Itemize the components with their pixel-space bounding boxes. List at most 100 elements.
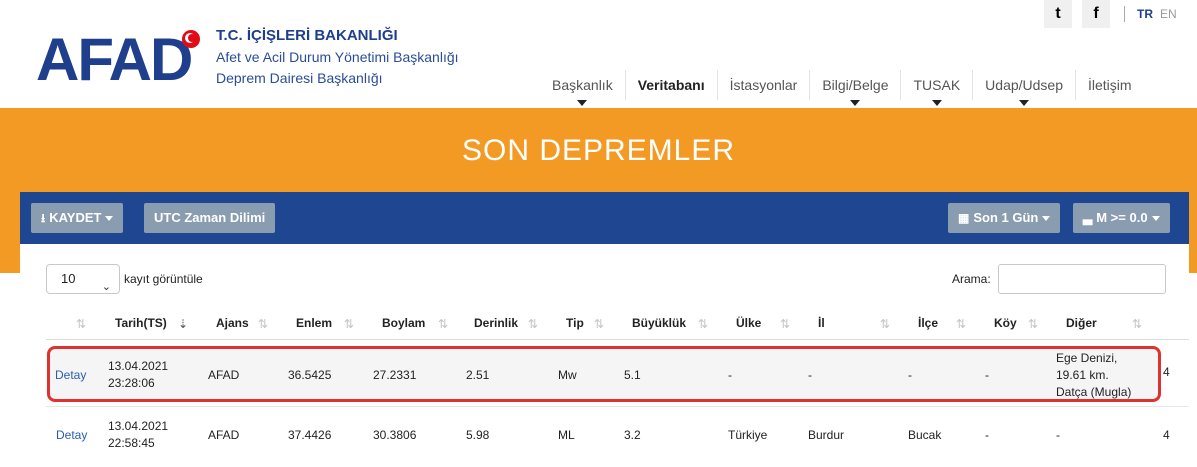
table-row-highlighted[interactable]: Detay 13.04.2021 23:28:06 AFAD 36.5425 2… — [47, 346, 1161, 402]
sort-icon[interactable]: ⇅ — [956, 310, 966, 340]
chevron-down-icon: ⌄ — [101, 281, 111, 293]
column-header-ulke[interactable]: Ülke — [736, 310, 761, 340]
other-line2-cell: 19.61 km. — [1056, 368, 1109, 382]
province-cell: Burdur — [808, 428, 845, 442]
nav-label: Başkanlık — [552, 77, 613, 93]
time-cell: 23:28:06 — [108, 376, 155, 390]
column-header-boylam[interactable]: Boylam — [382, 310, 425, 340]
magnitude-label: M >= 0.0 — [1096, 210, 1148, 225]
magnitude-dropdown-button[interactable]: ▃ M >= 0.0 — [1073, 203, 1170, 233]
sort-icon[interactable]: ⇅ — [344, 310, 354, 340]
twitter-icon[interactable]: t — [1044, 0, 1072, 28]
country-cell: - — [728, 368, 732, 382]
column-header-derinlik[interactable]: Derinlik — [474, 310, 518, 340]
download-icon: ⭳ — [41, 211, 46, 225]
lang-tr-link[interactable]: TR — [1137, 7, 1153, 21]
magnitude-cell: 3.2 — [624, 428, 641, 442]
column-header-buyukluk[interactable]: Büyüklük — [632, 310, 686, 340]
main-nav: Başkanlık Veritabanı İstasyonlar Bilgi/B… — [540, 70, 1144, 106]
caret-down-icon — [1019, 100, 1030, 106]
toolbar: ⭳ KAYDET UTC Zaman Dilimi ▦ Son 1 Gün ▃ M >… — [20, 192, 1189, 244]
sort-icon[interactable]: ⇅ — [528, 310, 538, 340]
site-header: AFAD T.C. İÇİŞLERİ BAKANLIĞI Afet ve Aci… — [0, 0, 1197, 108]
caret-down-icon — [577, 100, 588, 106]
organization-name: T.C. İÇİŞLERİ BAKANLIĞI Afet ve Acil Dur… — [216, 25, 459, 89]
search-label: Arama: — [952, 272, 991, 286]
column-header-tip[interactable]: Tip — [566, 310, 584, 340]
sort-icon[interactable]: ⇅ — [1028, 310, 1038, 340]
save-dropdown-button[interactable]: ⭳ KAYDET — [31, 203, 124, 233]
village-cell: - — [985, 428, 989, 442]
caret-down-icon — [931, 100, 942, 106]
detay-link[interactable]: Detay — [55, 367, 86, 384]
divider — [1124, 6, 1125, 22]
department-title: Deprem Dairesi Başkanlığı — [216, 70, 383, 86]
facebook-icon[interactable]: f — [1082, 0, 1110, 28]
other-cell: - — [1056, 428, 1060, 442]
other-line1-cell: Ege Denizi, — [1056, 351, 1118, 365]
latitude-cell: 36.5425 — [288, 368, 332, 382]
nav-label: Bilgi/Belge — [822, 77, 889, 93]
sort-desc-icon[interactable]: ⇣ — [178, 310, 188, 340]
nav-label: TUSAK — [913, 77, 961, 93]
caret-down-icon — [1151, 216, 1160, 222]
date-cell: 13.04.2021 — [108, 419, 169, 433]
period-label: Son 1 Gün — [973, 210, 1039, 225]
country-cell: Türkiye — [728, 428, 768, 442]
page-title: SON DEPREMLER — [461, 134, 736, 167]
column-header-il[interactable]: İl — [818, 310, 825, 340]
district-cell: Bucak — [908, 428, 942, 442]
overflow-cell: 4 — [1163, 365, 1170, 379]
page-length-value: 10 — [61, 271, 76, 286]
nav-label: Veritabanı — [637, 77, 705, 93]
sort-icon[interactable]: ⇅ — [438, 310, 448, 340]
nav-item-baskanlik[interactable]: Başkanlık — [540, 70, 626, 106]
caret-down-icon — [1042, 216, 1051, 222]
page-length-select[interactable]: 10 ⌄ — [46, 264, 120, 294]
page-length-label: kayıt görüntüle — [124, 272, 203, 286]
time-cell: 22:58:45 — [108, 436, 155, 450]
sort-icon[interactable]: ⇅ — [698, 310, 708, 340]
sort-icon[interactable]: ⇅ — [880, 310, 890, 340]
search-input[interactable] — [998, 264, 1166, 294]
province-cell: - — [808, 368, 812, 382]
sort-icon[interactable]: ⇅ — [258, 310, 268, 340]
longitude-cell: 27.2331 — [373, 368, 417, 382]
column-header-ilce[interactable]: İlçe — [918, 310, 938, 340]
column-header-tarih[interactable]: Tarih(TS) — [115, 310, 167, 340]
caret-down-icon — [850, 100, 861, 106]
column-header-enlem[interactable]: Enlem — [296, 310, 332, 340]
column-header-ajans[interactable]: Ajans — [216, 310, 249, 340]
agency-title: Afet ve Acil Durum Yönetimi Başkanlığı — [216, 49, 459, 65]
utc-timezone-button[interactable]: UTC Zaman Dilimi — [144, 203, 276, 233]
latitude-cell: 37.4426 — [288, 428, 332, 442]
table-row[interactable]: Detay 13.04.2021 22:58:45 AFAD 37.4426 3… — [46, 406, 1189, 464]
nav-item-iletisim[interactable]: İletişim — [1076, 70, 1144, 100]
agency-cell: AFAD — [208, 368, 240, 382]
sort-icon[interactable]: ⇅ — [76, 310, 86, 340]
district-cell: - — [908, 368, 912, 382]
nav-item-udap-udsep[interactable]: Udap/Udsep — [973, 70, 1076, 106]
period-dropdown-button[interactable]: ▦ Son 1 Gün — [948, 203, 1061, 233]
nav-item-istasyonlar[interactable]: İstasyonlar — [718, 70, 811, 100]
nav-label: Udap/Udsep — [985, 77, 1063, 93]
date-cell: 13.04.2021 — [108, 359, 169, 373]
caret-down-icon — [105, 216, 114, 222]
sort-icon[interactable]: ⇅ — [1132, 310, 1142, 340]
sort-icon[interactable]: ⇅ — [594, 310, 604, 340]
nav-item-tusak[interactable]: TUSAK — [901, 70, 974, 106]
depth-cell: 5.98 — [466, 428, 490, 442]
turkish-flag-icon — [182, 30, 200, 48]
other-line3-cell: Datça (Mugla) — [1056, 385, 1132, 399]
earthquake-panel: ⭳ KAYDET UTC Zaman Dilimi ▦ Son 1 Gün ▃ M >… — [20, 192, 1189, 467]
detay-link[interactable]: Detay — [56, 427, 87, 444]
magnitude-cell: 5.1 — [624, 368, 641, 382]
page: AFAD T.C. İÇİŞLERİ BAKANLIĞI Afet ve Aci… — [0, 0, 1197, 467]
nav-item-veritabani[interactable]: Veritabanı — [626, 70, 718, 100]
column-header-koy[interactable]: Köy — [994, 310, 1017, 340]
sort-icon[interactable]: ⇅ — [780, 310, 790, 340]
nav-item-bilgi-belge[interactable]: Bilgi/Belge — [810, 70, 902, 106]
column-header-diger[interactable]: Diğer — [1066, 310, 1097, 340]
signal-bars-icon: ▃ — [1083, 211, 1093, 225]
lang-en-link[interactable]: EN — [1160, 7, 1177, 21]
